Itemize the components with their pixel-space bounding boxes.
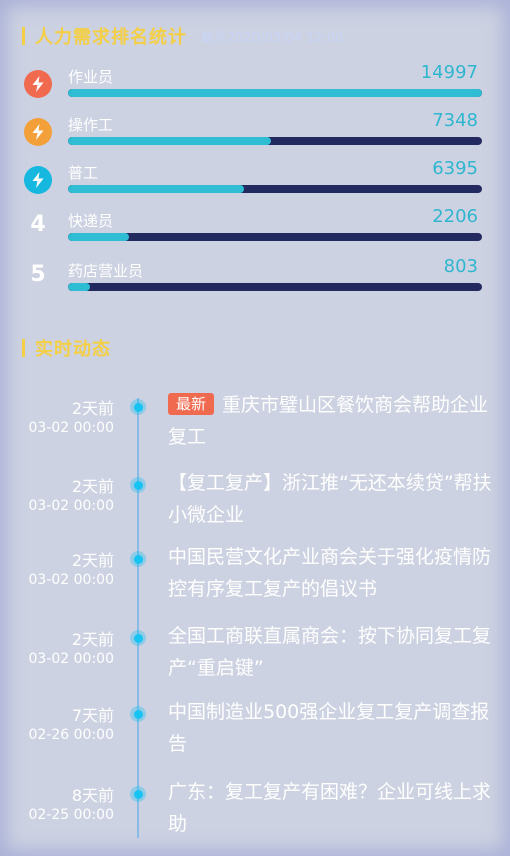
rank-label: 普工 bbox=[68, 164, 99, 182]
news-item[interactable]: 2天前 03-02 00:00 中国民营文化产业商会关于强化疫情防控有序复工复产… bbox=[0, 546, 510, 625]
rank-label: 作业员 bbox=[68, 68, 114, 86]
rank-progress-fill bbox=[68, 89, 482, 97]
rank-badge-3 bbox=[24, 166, 52, 194]
timeline-dot bbox=[130, 630, 146, 646]
lightning-icon bbox=[32, 76, 44, 92]
news-date: 03-02 00:00 bbox=[28, 420, 114, 436]
ranking-title: 人力需求排名统计 bbox=[35, 27, 187, 48]
news-item[interactable]: 7天前 02-26 00:00 中国制造业500强企业复工复产调查报告 bbox=[0, 701, 510, 780]
news-relative-time: 2天前 bbox=[71, 551, 114, 570]
news-date: 03-02 00:00 bbox=[28, 651, 114, 667]
header-accent-bar bbox=[22, 339, 25, 357]
rank-badge-1 bbox=[24, 70, 52, 98]
news-headline[interactable]: 广东：复工复产有困难？企业可线上求助 bbox=[168, 776, 494, 840]
rank-row: 作业员 14997 bbox=[0, 62, 510, 102]
rank-progress-track bbox=[68, 233, 482, 241]
rank-progress-fill bbox=[68, 137, 271, 145]
news-headline[interactable]: 中国民营文化产业商会关于强化疫情防控有序复工复产的倡议书 bbox=[168, 541, 494, 605]
rank-label: 药店营业员 bbox=[68, 262, 144, 280]
news-headline-text: 重庆市璧山区餐饮商会帮助企业复工 bbox=[168, 394, 489, 448]
timeline-dot bbox=[130, 706, 146, 722]
rank-number: 5 bbox=[30, 262, 46, 287]
news-relative-time: 8天前 bbox=[71, 786, 114, 805]
timeline-dot bbox=[130, 477, 146, 493]
rank-value: 803 bbox=[443, 256, 478, 277]
rank-progress-fill bbox=[68, 283, 91, 291]
news-header: 实时动态 bbox=[22, 336, 111, 360]
rank-row: 5 药店营业员 803 bbox=[0, 256, 510, 296]
rank-progress-fill bbox=[68, 185, 245, 193]
rank-value: 7348 bbox=[432, 110, 478, 131]
news-title: 实时动态 bbox=[35, 339, 111, 360]
rank-progress-track bbox=[68, 89, 482, 97]
news-headline[interactable]: 全国工商联直属商会：按下协同复工复产“重启键” bbox=[168, 620, 494, 684]
rank-number: 4 bbox=[30, 212, 46, 237]
rank-progress-track bbox=[68, 137, 482, 145]
rank-row: 4 快递员 2206 bbox=[0, 206, 510, 246]
rank-row: 操作工 7348 bbox=[0, 110, 510, 150]
rank-label: 快递员 bbox=[68, 212, 114, 230]
news-headline[interactable]: 【复工复产】浙江推“无还本续贷”帮扶小微企业 bbox=[168, 467, 494, 531]
news-item[interactable]: 8天前 02-25 00:00 广东：复工复产有困难？企业可线上求助 bbox=[0, 781, 510, 856]
rank-value: 2206 bbox=[432, 206, 478, 227]
rank-progress-track bbox=[68, 185, 482, 193]
news-item[interactable]: 2天前 03-02 00:00 【复工复产】浙江推“无还本续贷”帮扶小微企业 bbox=[0, 472, 510, 551]
news-item[interactable]: 2天前 03-02 00:00 全国工商联直属商会：按下协同复工复产“重启键” bbox=[0, 625, 510, 704]
lightning-icon bbox=[32, 124, 44, 140]
timeline-dot bbox=[130, 399, 146, 415]
rank-progress-track bbox=[68, 283, 482, 291]
news-relative-time: 2天前 bbox=[71, 630, 114, 649]
news-headline[interactable]: 最新 重庆市璧山区餐饮商会帮助企业复工 bbox=[168, 389, 494, 453]
rank-badge-2 bbox=[24, 118, 52, 146]
ranking-subtitle: 截至2020/03/04 12:00 bbox=[201, 30, 344, 46]
news-date: 03-02 00:00 bbox=[28, 572, 114, 588]
rank-value: 6395 bbox=[432, 158, 478, 179]
rank-label: 操作工 bbox=[68, 116, 114, 134]
news-date: 03-02 00:00 bbox=[28, 498, 114, 514]
news-item[interactable]: 2天前 03-02 00:00 最新 重庆市璧山区餐饮商会帮助企业复工 bbox=[0, 393, 510, 473]
timeline-dot bbox=[130, 786, 146, 802]
rank-row: 普工 6395 bbox=[0, 158, 510, 198]
news-date: 02-26 00:00 bbox=[28, 727, 114, 743]
rank-value: 14997 bbox=[420, 62, 478, 83]
news-date: 02-25 00:00 bbox=[28, 807, 114, 823]
news-headline[interactable]: 中国制造业500强企业复工复产调查报告 bbox=[168, 696, 494, 760]
ranking-header: 人力需求排名统计 截至2020/03/04 12:00 bbox=[22, 24, 344, 48]
news-relative-time: 2天前 bbox=[71, 477, 114, 496]
new-badge: 最新 bbox=[168, 393, 215, 415]
timeline-dot bbox=[130, 551, 146, 567]
lightning-icon bbox=[32, 172, 44, 188]
rank-progress-fill bbox=[68, 233, 129, 241]
news-relative-time: 7天前 bbox=[71, 706, 114, 725]
header-accent-bar bbox=[22, 27, 25, 45]
news-relative-time: 2天前 bbox=[71, 399, 114, 418]
